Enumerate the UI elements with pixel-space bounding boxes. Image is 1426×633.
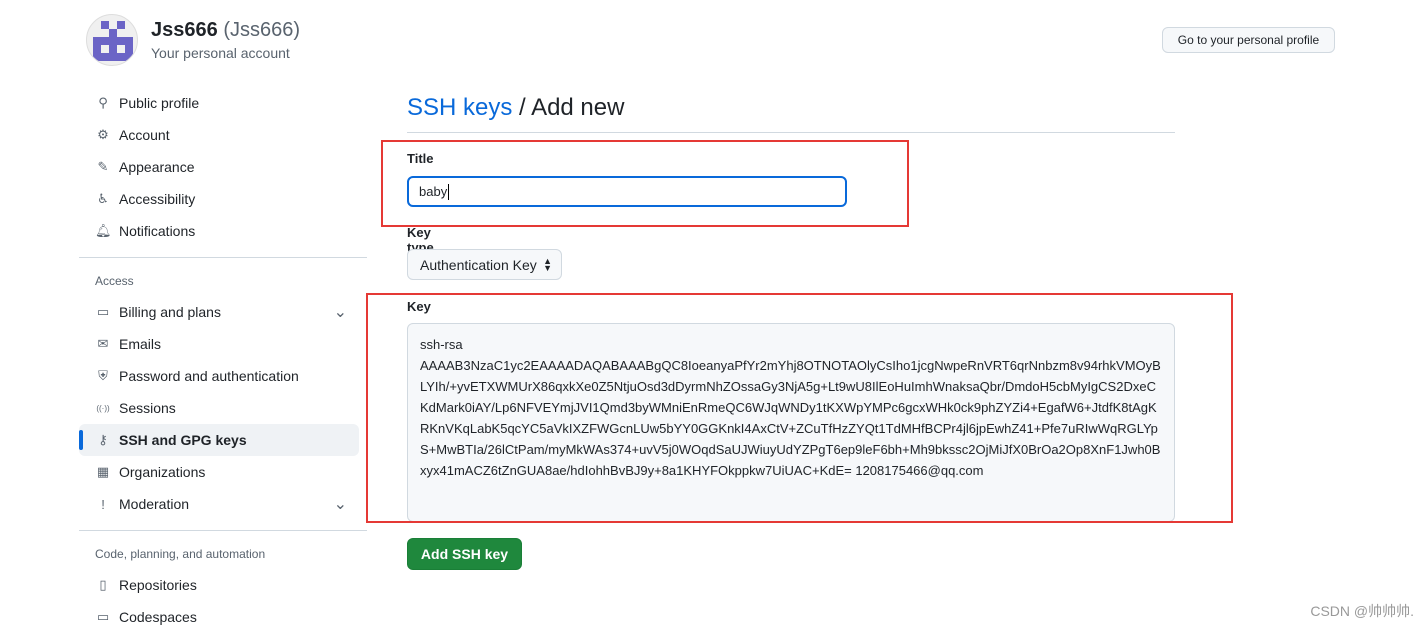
sidebar-item-billing-and-plans[interactable]: ▭ Billing and plans ⌄ [79,296,359,328]
report-icon: ! [101,496,105,512]
select-arrows-icon: ▲ ▼ [543,255,552,273]
highlight-box-title [381,140,909,227]
sidebar-item-label: Repositories [119,577,197,593]
paintbrush-icon: ✎ [97,159,109,174]
add-ssh-key-button[interactable]: Add SSH key [407,538,522,570]
page-title: SSH keys / Add new [407,94,1175,133]
key-type-select[interactable]: Authentication Key ▲ ▼ [407,249,562,280]
current-page: Add new [531,94,625,121]
shield-icon: ⛨ [98,368,108,383]
sidebar-item-sessions[interactable]: ((·)) Sessions [79,392,359,424]
sidebar-item-label: SSH and GPG keys [119,432,247,448]
user-name: Jss666 (Jss666) [151,19,301,41]
gear-icon: ⚙ [97,127,109,142]
sidebar-item-label: Public profile [119,95,200,111]
avatar[interactable] [86,14,138,66]
sidebar-item-label: Sessions [119,400,176,416]
sidebar-section-heading: Code, planning, and automation [79,530,367,569]
person-icon: ⚲ [98,95,108,110]
sidebar-item-repositories[interactable]: ▯ Repositories [79,569,359,601]
organization-icon: ▦ [96,464,110,479]
sidebar-item-label: Password and authentication [119,368,299,384]
sidebar-item-accessibility[interactable]: ♿ Accessibility [79,183,359,215]
sidebar-item-password-and-authentication[interactable]: ⛨ Password and authentication [79,360,359,392]
sidebar-item-label: Notifications [119,223,196,239]
account-subtitle: Your personal account [151,45,290,61]
sidebar-item-ssh-and-gpg-keys[interactable]: ⚷ SSH and GPG keys [79,424,359,456]
go-to-profile-button[interactable]: Go to your personal profile [1162,27,1335,53]
broadcast-icon: ((·)) [96,403,110,413]
chevron-down-icon[interactable]: ⌄ [334,302,347,322]
accessibility-icon: ♿ [97,191,109,206]
chevron-down-icon[interactable]: ⌄ [334,494,347,514]
repo-icon: ▯ [99,577,107,592]
sidebar-item-label: Accessibility [119,191,196,207]
sidebar-item-public-profile[interactable]: ⚲ Public profile [79,87,359,119]
highlight-box-key [366,293,1233,523]
sidebar-item-label: Emails [119,336,162,352]
sidebar-item-label: Account [119,127,170,143]
bell-icon: 🔔︎ [95,223,112,238]
sidebar-item-label: Moderation [119,496,190,512]
key-icon: ⚷ [98,432,108,447]
sidebar-item-appearance[interactable]: ✎ Appearance [79,151,359,183]
sidebar-item-account[interactable]: ⚙ Account [79,119,359,151]
sidebar-item-organizations[interactable]: ▦ Organizations [79,456,359,488]
sidebar-section-heading: Access [79,257,367,296]
ssh-keys-link[interactable]: SSH keys [407,94,512,121]
sidebar-item-notifications[interactable]: 🔔︎ Notifications [79,215,359,247]
sidebar-item-emails[interactable]: ✉ Emails [79,328,359,360]
mail-icon: ✉ [97,336,109,351]
sidebar-item-label: Codespaces [119,609,197,625]
sidebar-item-label: Organizations [119,464,206,480]
sidebar-item-label: Billing and plans [119,304,221,320]
codespaces-icon: ▭ [96,609,110,624]
settings-sidebar: ⚲ Public profile ⚙ Account ✎ Appearance ♿ Acces… [79,87,367,633]
sidebar-item-label: Appearance [119,159,195,175]
credit-card-icon: ▭ [96,304,110,319]
sidebar-item-codespaces[interactable]: ▭ Codespaces [79,601,359,633]
sidebar-item-moderation[interactable]: ! Moderation ⌄ [79,488,359,520]
watermark: CSDN @帅帅帅. [1310,603,1414,619]
